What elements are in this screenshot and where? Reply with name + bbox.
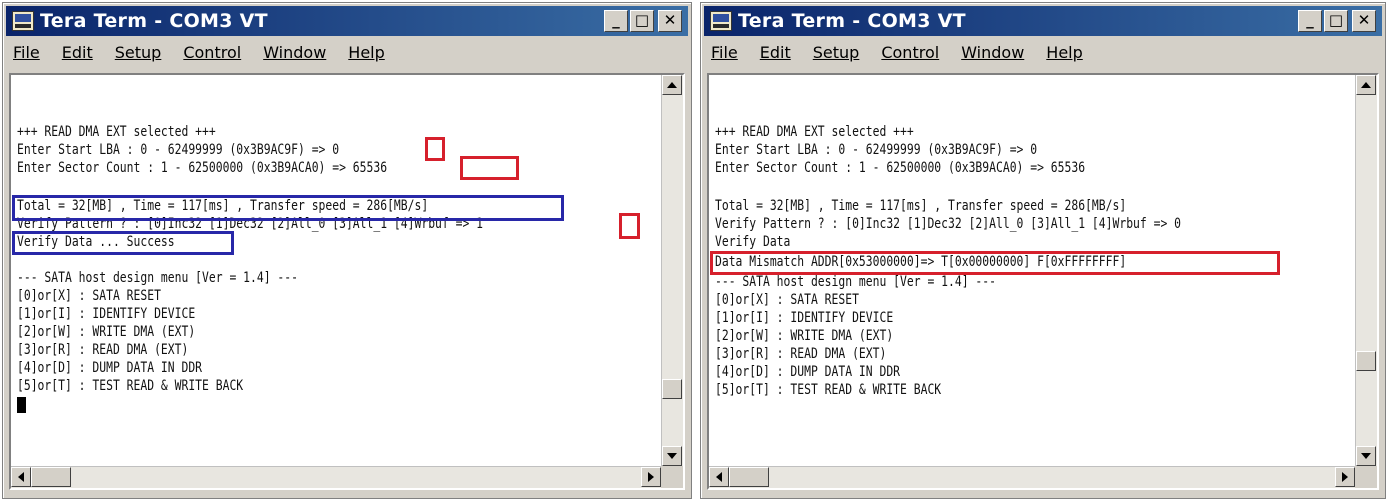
scroll-right-button[interactable]	[1335, 467, 1355, 487]
menu-control[interactable]: Control	[183, 39, 241, 67]
terminal-line: [1]or[I] : IDENTIFY DEVICE	[715, 309, 894, 326]
close-icon: ✕	[663, 11, 677, 29]
minimize-button[interactable]: _	[604, 10, 628, 32]
highlight-box-verify-pattern	[619, 213, 640, 239]
arrow-down-icon	[667, 453, 677, 459]
menu-setup[interactable]: Setup	[813, 39, 860, 67]
terminal-line: [4]or[D] : DUMP DATA IN DDR	[17, 359, 203, 376]
terminal-line: [4]or[D] : DUMP DATA IN DDR	[715, 363, 901, 380]
scroll-right-button[interactable]	[641, 467, 661, 487]
terminal-line: [0]or[X] : SATA RESET	[17, 287, 161, 304]
horizontal-scroll-thumb[interactable]	[31, 467, 71, 487]
menu-file[interactable]: File	[711, 39, 738, 67]
resize-grip[interactable]	[661, 466, 683, 488]
resize-grip[interactable]	[1355, 466, 1377, 488]
arrow-up-icon	[1361, 82, 1371, 88]
terminal-line: [2]or[W] : WRITE DMA (EXT)	[17, 323, 196, 340]
horizontal-scrollbar[interactable]	[709, 466, 1355, 488]
arrow-right-icon	[648, 472, 654, 482]
terminal-line: Total = 32[MB] , Time = 117[ms] , Transf…	[715, 197, 1127, 214]
menu-file[interactable]: File	[13, 39, 40, 67]
arrow-down-icon	[1361, 453, 1371, 459]
scroll-thumb[interactable]	[662, 379, 682, 399]
highlight-box-start-lba	[425, 137, 445, 161]
horizontal-scroll-thumb[interactable]	[729, 467, 769, 487]
terminal-text: +++ READ DMA EXT selected +++ Enter Star…	[11, 75, 661, 466]
terminal-line: Enter Start LBA : 0 - 62499999 (0x3B9AC9…	[17, 141, 340, 158]
menu-edit[interactable]: Edit	[62, 39, 93, 67]
terminal-line: Enter Sector Count : 1 - 62500000 (0x3B9…	[715, 159, 1086, 176]
terminal-line: Verify Data	[715, 233, 791, 250]
menu-control[interactable]: Control	[881, 39, 939, 67]
arrow-up-icon	[667, 82, 677, 88]
terminal-line: [3]or[R] : READ DMA (EXT)	[17, 341, 189, 358]
terminal-line: [3]or[R] : READ DMA (EXT)	[715, 345, 887, 362]
minimize-icon: _	[1306, 11, 1314, 29]
terminal-line: [2]or[W] : WRITE DMA (EXT)	[715, 327, 894, 344]
scroll-left-button[interactable]	[11, 467, 31, 487]
close-button[interactable]: ✕	[1352, 10, 1376, 32]
menu-bar: File Edit Setup Control Window Help	[705, 39, 1381, 67]
scroll-up-button[interactable]	[1356, 75, 1376, 95]
tera-term-window-left: Tera Term - COM3 VT _ □ ✕ File Edit Setu…	[2, 2, 692, 499]
terminal-area[interactable]: +++ READ DMA EXT selected +++ Enter Star…	[707, 73, 1379, 490]
terminal-line: +++ READ DMA EXT selected +++	[715, 123, 914, 140]
title-bar[interactable]: Tera Term - COM3 VT _ □ ✕	[6, 6, 688, 36]
arrow-left-icon	[18, 472, 24, 482]
close-button[interactable]: ✕	[658, 10, 682, 32]
terminal-line: [1]or[I] : IDENTIFY DEVICE	[17, 305, 196, 322]
highlight-box-transfer-speed	[12, 195, 564, 221]
tera-term-window-right: Tera Term - COM3 VT _ □ ✕ File Edit Setu…	[700, 2, 1386, 499]
highlight-box-sector-count	[460, 156, 519, 180]
menu-setup[interactable]: Setup	[115, 39, 162, 67]
scroll-down-button[interactable]	[662, 446, 682, 466]
terminal-line: [5]or[T] : TEST READ & WRITE BACK	[17, 377, 244, 394]
scroll-left-button[interactable]	[709, 467, 729, 487]
terminal-line: +++ READ DMA EXT selected +++	[17, 123, 216, 140]
vertical-scrollbar[interactable]	[661, 75, 683, 466]
tera-term-icon[interactable]	[12, 11, 34, 31]
menu-help[interactable]: Help	[348, 39, 384, 67]
menu-window[interactable]: Window	[263, 39, 326, 67]
menu-help[interactable]: Help	[1046, 39, 1082, 67]
highlight-box-data-mismatch	[710, 251, 1280, 275]
minimize-icon: _	[612, 11, 620, 29]
tera-term-icon[interactable]	[710, 11, 732, 31]
terminal-line: [5]or[T] : TEST READ & WRITE BACK	[715, 381, 942, 398]
scroll-down-button[interactable]	[1356, 446, 1376, 466]
arrow-left-icon	[716, 472, 722, 482]
text-cursor	[17, 397, 26, 413]
terminal-line: [0]or[X] : SATA RESET	[715, 291, 859, 308]
menu-edit[interactable]: Edit	[760, 39, 791, 67]
close-icon: ✕	[1357, 11, 1371, 29]
maximize-icon: □	[634, 11, 650, 29]
terminal-line: --- SATA host design menu [Ver = 1.4] --…	[715, 273, 996, 290]
terminal-line: Enter Start LBA : 0 - 62499999 (0x3B9AC9…	[715, 141, 1038, 158]
terminal-text: +++ READ DMA EXT selected +++ Enter Star…	[709, 75, 1355, 466]
horizontal-scrollbar[interactable]	[11, 466, 661, 488]
terminal-area[interactable]: +++ READ DMA EXT selected +++ Enter Star…	[9, 73, 685, 490]
scroll-up-button[interactable]	[662, 75, 682, 95]
maximize-button[interactable]: □	[1324, 10, 1348, 32]
vertical-scrollbar[interactable]	[1355, 75, 1377, 466]
minimize-button[interactable]: _	[1298, 10, 1322, 32]
terminal-line: --- SATA host design menu [Ver = 1.4] --…	[17, 269, 298, 286]
terminal-line: Enter Sector Count : 1 - 62500000 (0x3B9…	[17, 159, 388, 176]
window-title: Tera Term - COM3 VT	[738, 10, 966, 32]
highlight-box-verify-success	[12, 231, 234, 255]
title-bar[interactable]: Tera Term - COM3 VT _ □ ✕	[704, 6, 1382, 36]
window-title: Tera Term - COM3 VT	[40, 10, 268, 32]
terminal-line: Verify Pattern ? : [0]Inc32 [1]Dec32 [2]…	[715, 215, 1182, 232]
maximize-icon: □	[1328, 11, 1344, 29]
maximize-button[interactable]: □	[630, 10, 654, 32]
arrow-right-icon	[1342, 472, 1348, 482]
menu-bar: File Edit Setup Control Window Help	[7, 39, 687, 67]
scroll-thumb[interactable]	[1356, 351, 1376, 371]
menu-window[interactable]: Window	[961, 39, 1024, 67]
